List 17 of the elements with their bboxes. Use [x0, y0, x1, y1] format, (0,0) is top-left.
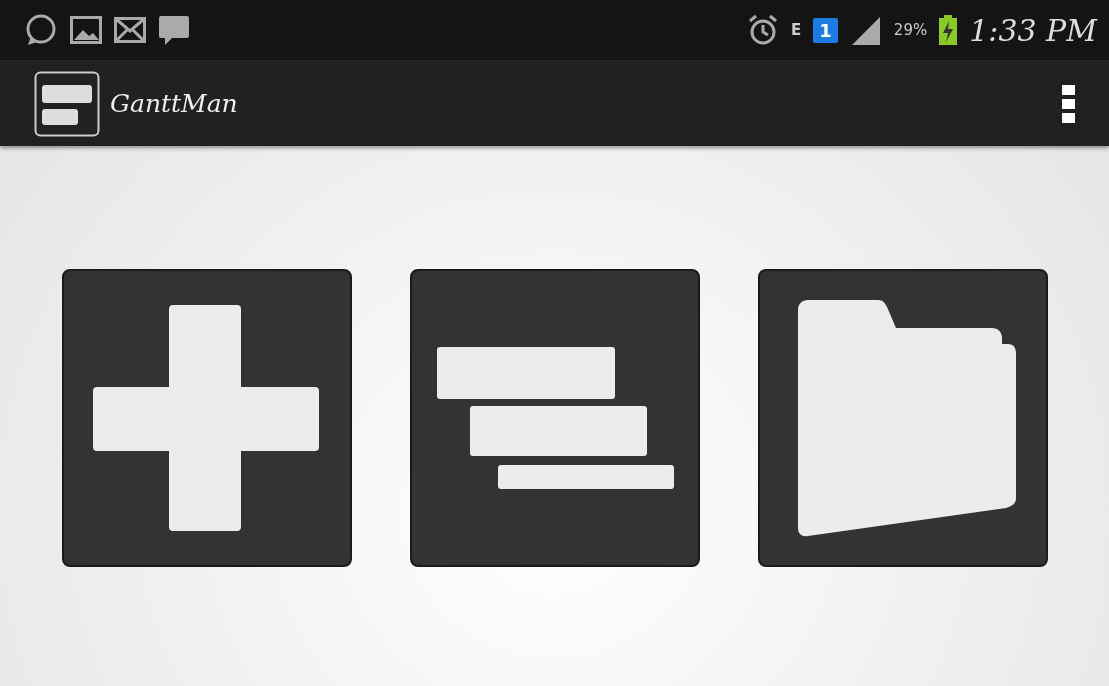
alarm-clock-icon [747, 14, 780, 46]
gantt-chart-icon [434, 345, 675, 491]
gantt-tile-button[interactable] [409, 269, 700, 567]
overflow-menu-icon[interactable] [1062, 84, 1075, 123]
clock-time: 1:33 PM [969, 12, 1097, 48]
app-logo-icon [34, 70, 100, 137]
battery-percent: 29% [893, 21, 928, 39]
plus-tile-button[interactable] [61, 269, 352, 567]
sim-badge: 1 [813, 17, 838, 43]
message-icon [158, 14, 190, 46]
network-type: E [791, 22, 802, 38]
app-title: GanttMan [110, 89, 238, 118]
image-icon [70, 16, 102, 44]
chat-bubble-icon [24, 13, 58, 47]
battery-charging-icon [939, 15, 958, 45]
folder-tile-button[interactable] [757, 269, 1048, 567]
mail-icon [114, 17, 146, 43]
